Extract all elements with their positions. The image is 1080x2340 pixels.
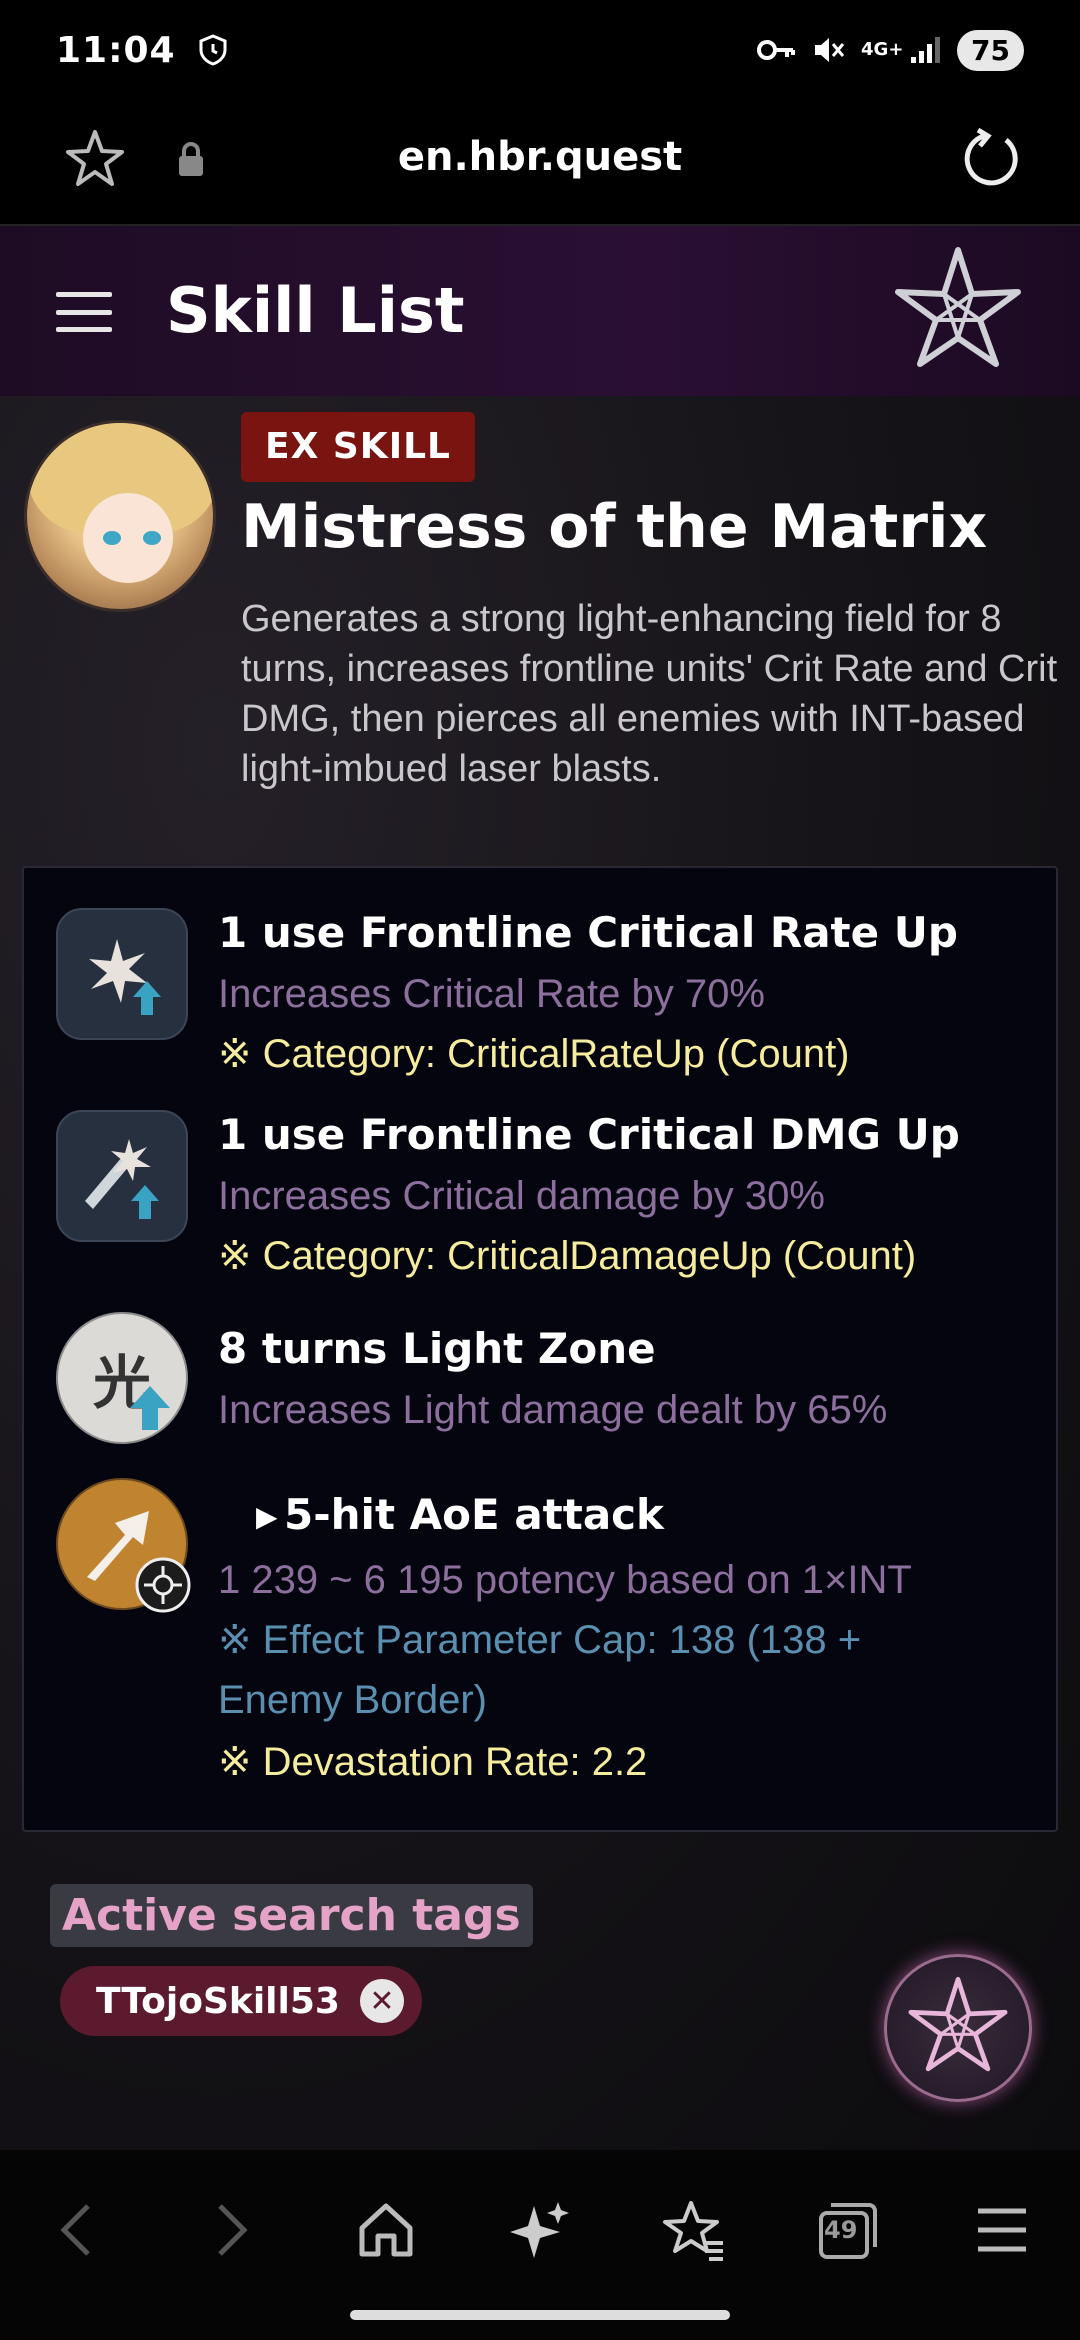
reload-icon[interactable] [958,126,1024,192]
effect-title[interactable]: 5-hit AoE attack [284,1490,664,1539]
browser-menu-button[interactable] [962,2190,1042,2270]
effect-cap: ※ Effect Parameter Cap: 138 (138 + [218,1618,862,1662]
status-bar: 11:04 4G+ 75 [0,0,1080,100]
forward-arrow-icon [218,2204,248,2256]
status-time: 11:04 [56,29,176,71]
url-text[interactable]: en.hbr.quest [0,134,1080,180]
site-logo-icon[interactable] [888,242,1028,382]
effect-detail: 1 239 ~ 6 195 potency based on 1×INT [218,1558,912,1602]
critical-damage-up-icon [56,1110,188,1242]
signal-icon [911,37,941,63]
mute-icon [815,38,845,62]
effect-category: ※ Category: CriticalDamageUp (Count) [218,1234,917,1278]
expand-arrow-icon[interactable]: ▶ [256,1500,278,1533]
skill-effects-panel: 1 use Frontline Critical Rate Up Increas… [22,866,1058,1832]
home-icon [359,2203,413,2257]
back-arrow-icon [60,2204,90,2256]
effect-title: 8 turns Light Zone [218,1324,656,1373]
active-search-tags-label: Active search tags [50,1884,533,1947]
browser-url-bar: en.hbr.quest [0,100,1080,226]
bookmarks-star-icon [663,2201,723,2261]
bookmarks-button[interactable] [654,2190,734,2270]
effect-devastation: ※ Devastation Rate: 2.2 [218,1740,648,1784]
menu-icon[interactable] [56,292,112,332]
remove-tag-icon[interactable]: ✕ [359,1979,404,2023]
floating-logo-button[interactable] [884,1954,1032,2102]
search-tag-text: TTojoSkill53 [96,1980,340,2022]
search-tag-chip[interactable]: TTojoSkill53 ✕ [60,1966,422,2036]
skill-name: Mistress of the Matrix [241,492,988,562]
effect-title: 1 use Frontline Critical DMG Up [218,1110,960,1159]
critical-rate-up-icon [56,908,188,1040]
skill-type-badge: EX SKILL [241,412,475,482]
target-badge-icon [135,1557,191,1613]
back-button[interactable] [36,2190,116,2270]
effect-detail: Increases Critical Rate by 70% [218,972,765,1016]
home-button[interactable] [346,2190,426,2270]
key-icon [757,40,796,60]
sparkle-icon [510,2202,569,2258]
shield-clock-icon [199,34,227,66]
site-logo-icon [908,1976,1008,2072]
light-zone-icon: 光 [56,1312,188,1444]
page-title: Skill List [166,274,465,347]
network-type: 4G+ [861,39,904,60]
tabs-button[interactable]: 49 [808,2190,888,2270]
effect-category: ※ Category: CriticalRateUp (Count) [218,1032,850,1076]
aoe-attack-icon [56,1478,191,1613]
gesture-bar[interactable] [350,2310,730,2320]
character-avatar[interactable] [24,420,216,612]
menu-lines-icon [978,2208,1026,2252]
skill-description: Generates a strong light-enhancing field… [241,598,1058,790]
forward-button[interactable] [192,2190,272,2270]
effect-cap-continued: Enemy Border) [218,1678,487,1722]
ai-sparkle-button[interactable] [500,2190,580,2270]
app-header: Skill List [0,226,1080,396]
battery-indicator: 75 [957,29,1024,71]
effect-title: 1 use Frontline Critical Rate Up [218,908,958,957]
effect-detail: Increases Light damage dealt by 65% [218,1388,888,1432]
skill-detail: EX SKILL Mistress of the Matrix Generate… [0,396,1080,2150]
tab-count: 49 [824,2216,858,2244]
effect-detail: Increases Critical damage by 30% [218,1174,825,1218]
